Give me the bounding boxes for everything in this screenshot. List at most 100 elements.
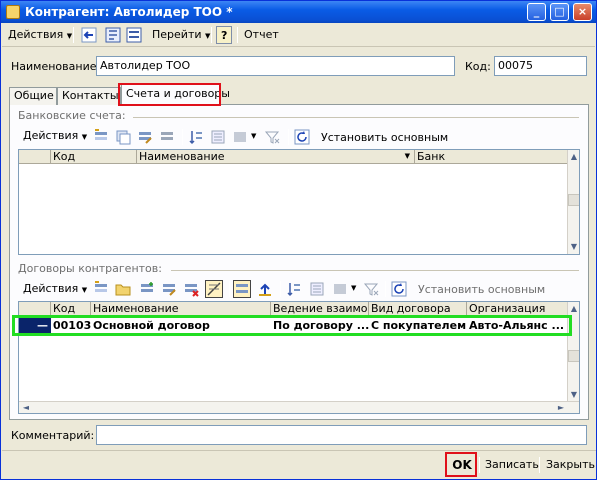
highlight-ok [445, 452, 477, 477]
report-button[interactable]: Отчет [240, 26, 283, 44]
help-button[interactable]: ? [216, 26, 233, 44]
bank-set-main-button[interactable]: Установить основным [321, 131, 448, 144]
add-icon[interactable] [93, 281, 109, 297]
settings-list-icon[interactable] [232, 129, 248, 145]
bank-actions-menu[interactable]: Действия ▼ [19, 127, 91, 145]
bottom-divider [2, 450, 596, 451]
copy-icon[interactable] [139, 281, 155, 297]
vertical-scrollbar[interactable]: ▲ ▼ [567, 150, 579, 254]
column-header-org[interactable]: Организация [467, 302, 569, 316]
main-window: Контрагент: Автолидер ТОО * _ □ × Действ… [0, 0, 597, 480]
scroll-right-icon[interactable]: ► [555, 402, 567, 413]
copy-icon[interactable] [115, 129, 131, 145]
highlight-tab [118, 83, 221, 106]
scroll-thumb[interactable] [568, 194, 579, 206]
scroll-thumb[interactable] [568, 350, 579, 362]
scroll-down-icon[interactable]: ▼ [568, 389, 579, 401]
group-divider [133, 117, 579, 118]
goto-menu[interactable]: Перейти ▼ [148, 26, 214, 44]
dropdown-arrow-icon: ▼ [66, 32, 73, 40]
column-header-settlement[interactable]: Ведение взаимо... [271, 302, 369, 316]
comment-label: Комментарий: [11, 429, 95, 442]
dropdown-arrow-icon: ▼ [81, 286, 88, 294]
sort-icon[interactable] [188, 129, 204, 145]
save-button[interactable]: Записать [481, 455, 543, 475]
dropdown-arrow-icon: ▼ [205, 32, 211, 40]
toolbar-separator [229, 281, 230, 297]
clear-filter-icon[interactable] [363, 281, 379, 297]
contracts-actions-menu[interactable]: Действия ▼ [19, 280, 91, 298]
hierarchy-icon[interactable] [233, 280, 251, 298]
code-input[interactable]: 00075 [494, 56, 587, 76]
refresh-icon[interactable] [294, 129, 310, 145]
title-bar: Контрагент: Автолидер ТОО * _ □ × [1, 1, 596, 23]
group-divider [171, 270, 579, 271]
maximize-button[interactable]: □ [550, 3, 569, 21]
goto-menu-label: Перейти [152, 28, 202, 41]
scroll-up-icon[interactable]: ▲ [568, 151, 579, 163]
column-header-code[interactable]: Код [51, 150, 137, 164]
name-input[interactable]: Автолидер ТОО [96, 56, 455, 76]
scroll-up-icon[interactable]: ▲ [568, 303, 579, 315]
code-label: Код: [465, 60, 491, 73]
contracts-set-main-button[interactable]: Установить основным [418, 283, 545, 296]
bank-accounts-title: Банковские счета: [18, 109, 126, 122]
toolbar-separator [288, 129, 289, 145]
add-icon[interactable] [93, 129, 109, 145]
filter-list-icon[interactable] [210, 129, 226, 145]
back-arrow-icon[interactable] [81, 27, 97, 43]
close-window-button[interactable]: × [573, 3, 592, 21]
column-header-code[interactable]: Код [51, 302, 91, 316]
refresh-icon[interactable] [391, 281, 407, 297]
edit-icon[interactable] [137, 129, 153, 145]
contracts-title: Договоры контрагентов: [18, 262, 162, 275]
bank-accounts-grid[interactable]: Код Наименование ▼ Банк ▲ ▼ [18, 149, 580, 255]
filter-list-icon[interactable] [309, 281, 325, 297]
clear-filter-icon[interactable] [264, 129, 280, 145]
toolbar-separator [280, 281, 281, 297]
horizontal-scrollbar[interactable]: ◄ ► [19, 401, 579, 413]
column-header [19, 302, 51, 316]
toolbar-separator [182, 129, 183, 145]
go-up-icon[interactable] [257, 281, 273, 297]
column-header-name[interactable]: Наименование [91, 302, 271, 316]
close-button[interactable]: Закрыть [542, 455, 596, 475]
settings-list-icon[interactable] [332, 281, 348, 297]
list-icon[interactable] [126, 27, 142, 43]
highlight-row [12, 315, 572, 336]
tab-general[interactable]: Общие [9, 87, 57, 105]
toolbar-separator [539, 457, 540, 473]
contracts-actions-label: Действия [23, 282, 79, 295]
toolbar-separator [479, 457, 480, 473]
tab-contacts[interactable]: Контакты [57, 87, 121, 105]
structure-icon[interactable] [105, 27, 121, 43]
mark-deletion-icon[interactable] [205, 280, 223, 298]
column-header-name[interactable]: Наименование ▼ [137, 150, 415, 164]
scroll-left-icon[interactable]: ◄ [20, 402, 32, 413]
toolbar-separator [385, 281, 386, 297]
actions-menu-label: Действия [8, 28, 64, 41]
actions-menu[interactable]: Действия ▼ [4, 26, 76, 44]
name-label: Наименование: [11, 60, 101, 73]
minimize-button[interactable]: _ [527, 3, 546, 21]
column-header-bank[interactable]: Банк [415, 150, 569, 164]
column-header [19, 150, 51, 164]
delete-icon[interactable] [183, 281, 199, 297]
comment-input[interactable] [96, 425, 587, 445]
column-header-name-label: Наименование [139, 150, 225, 163]
dropdown-arrow-icon: ▼ [81, 133, 88, 141]
edit-icon[interactable] [161, 281, 177, 297]
toolbar-separator [211, 27, 212, 43]
folder-icon[interactable] [115, 281, 131, 297]
dropdown-arrow-icon[interactable]: ▼ [251, 132, 256, 140]
window-title: Контрагент: Автолидер ТОО * [25, 5, 233, 19]
scroll-down-icon[interactable]: ▼ [568, 241, 579, 253]
sort-icon[interactable] [286, 281, 302, 297]
sort-arrow-icon: ▼ [404, 152, 410, 160]
bank-actions-label: Действия [23, 129, 79, 142]
app-icon [6, 5, 20, 19]
delete-icon[interactable] [159, 129, 175, 145]
dropdown-arrow-icon[interactable]: ▼ [351, 284, 356, 292]
toolbar-separator [73, 27, 74, 43]
column-header-kind[interactable]: Вид договора [369, 302, 467, 316]
